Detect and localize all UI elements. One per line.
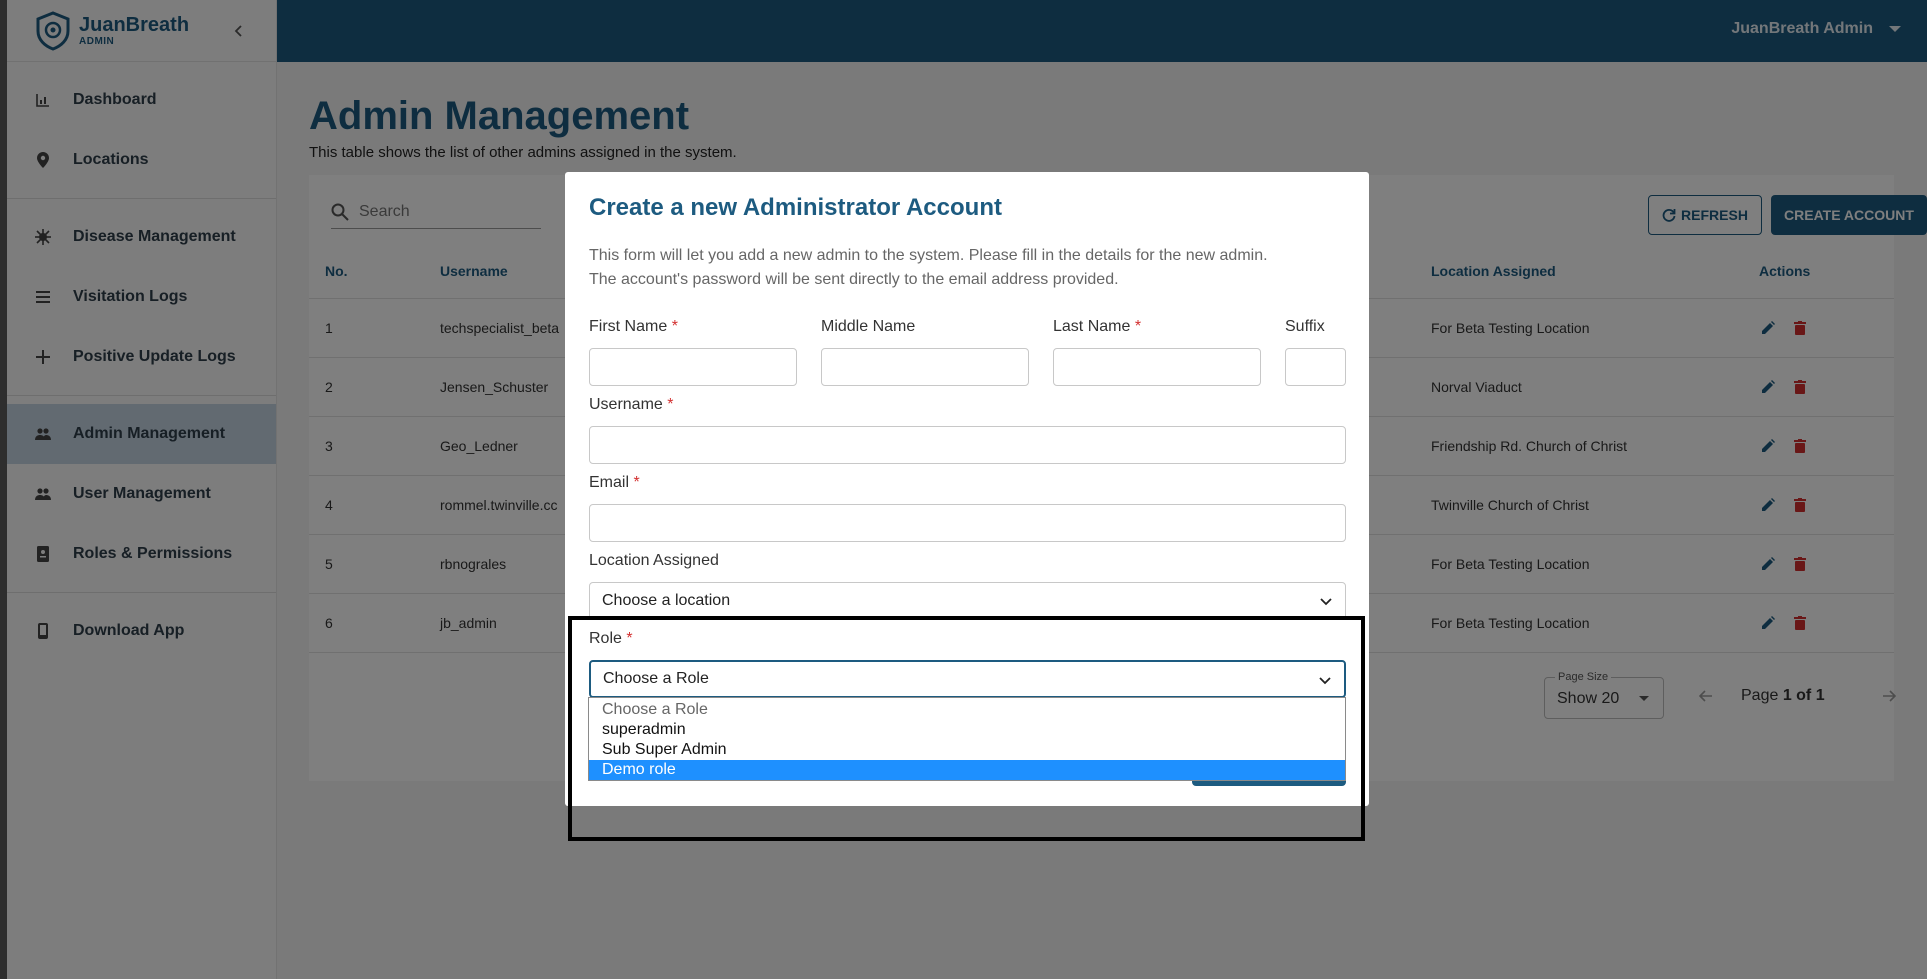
email-label: Email *	[589, 474, 640, 491]
role-option[interactable]: superadmin	[589, 720, 1345, 740]
chevron-down-icon	[1319, 677, 1331, 685]
location-select[interactable]: Choose a location	[589, 582, 1346, 620]
username-field[interactable]	[589, 426, 1346, 464]
email-field[interactable]	[589, 504, 1346, 542]
first-name-field[interactable]	[589, 348, 797, 386]
role-select-value: Choose a Role	[603, 670, 709, 687]
first-name-label: First Name *	[589, 318, 678, 335]
role-options-list: Choose a Role superadmin Sub Super Admin…	[588, 697, 1346, 781]
modal-title: Create a new Administrator Account	[589, 194, 1002, 221]
role-option-highlighted[interactable]: Demo role	[589, 760, 1345, 780]
suffix-field[interactable]	[1285, 348, 1346, 386]
location-select-value: Choose a location	[602, 592, 731, 609]
location-label: Location Assigned	[589, 552, 719, 569]
middle-name-label: Middle Name	[821, 318, 916, 335]
role-label: Role *	[589, 630, 633, 647]
last-name-label: Last Name *	[1053, 318, 1142, 335]
chevron-down-icon	[1320, 598, 1332, 606]
username-label: Username *	[589, 396, 674, 413]
modal-desc-line-2: The account's password will be sent dire…	[589, 271, 1119, 288]
role-option[interactable]: Sub Super Admin	[589, 740, 1345, 760]
suffix-label: Suffix	[1285, 318, 1325, 335]
middle-name-field[interactable]	[821, 348, 1029, 386]
last-name-field[interactable]	[1053, 348, 1261, 386]
modal-description: This form will let you add a new admin t…	[589, 244, 1349, 292]
role-select[interactable]: Choose a Role	[589, 660, 1346, 698]
role-option[interactable]: Choose a Role	[589, 700, 1345, 720]
window-edge	[0, 0, 7, 979]
modal-desc-line-1: This form will let you add a new admin t…	[589, 247, 1268, 264]
